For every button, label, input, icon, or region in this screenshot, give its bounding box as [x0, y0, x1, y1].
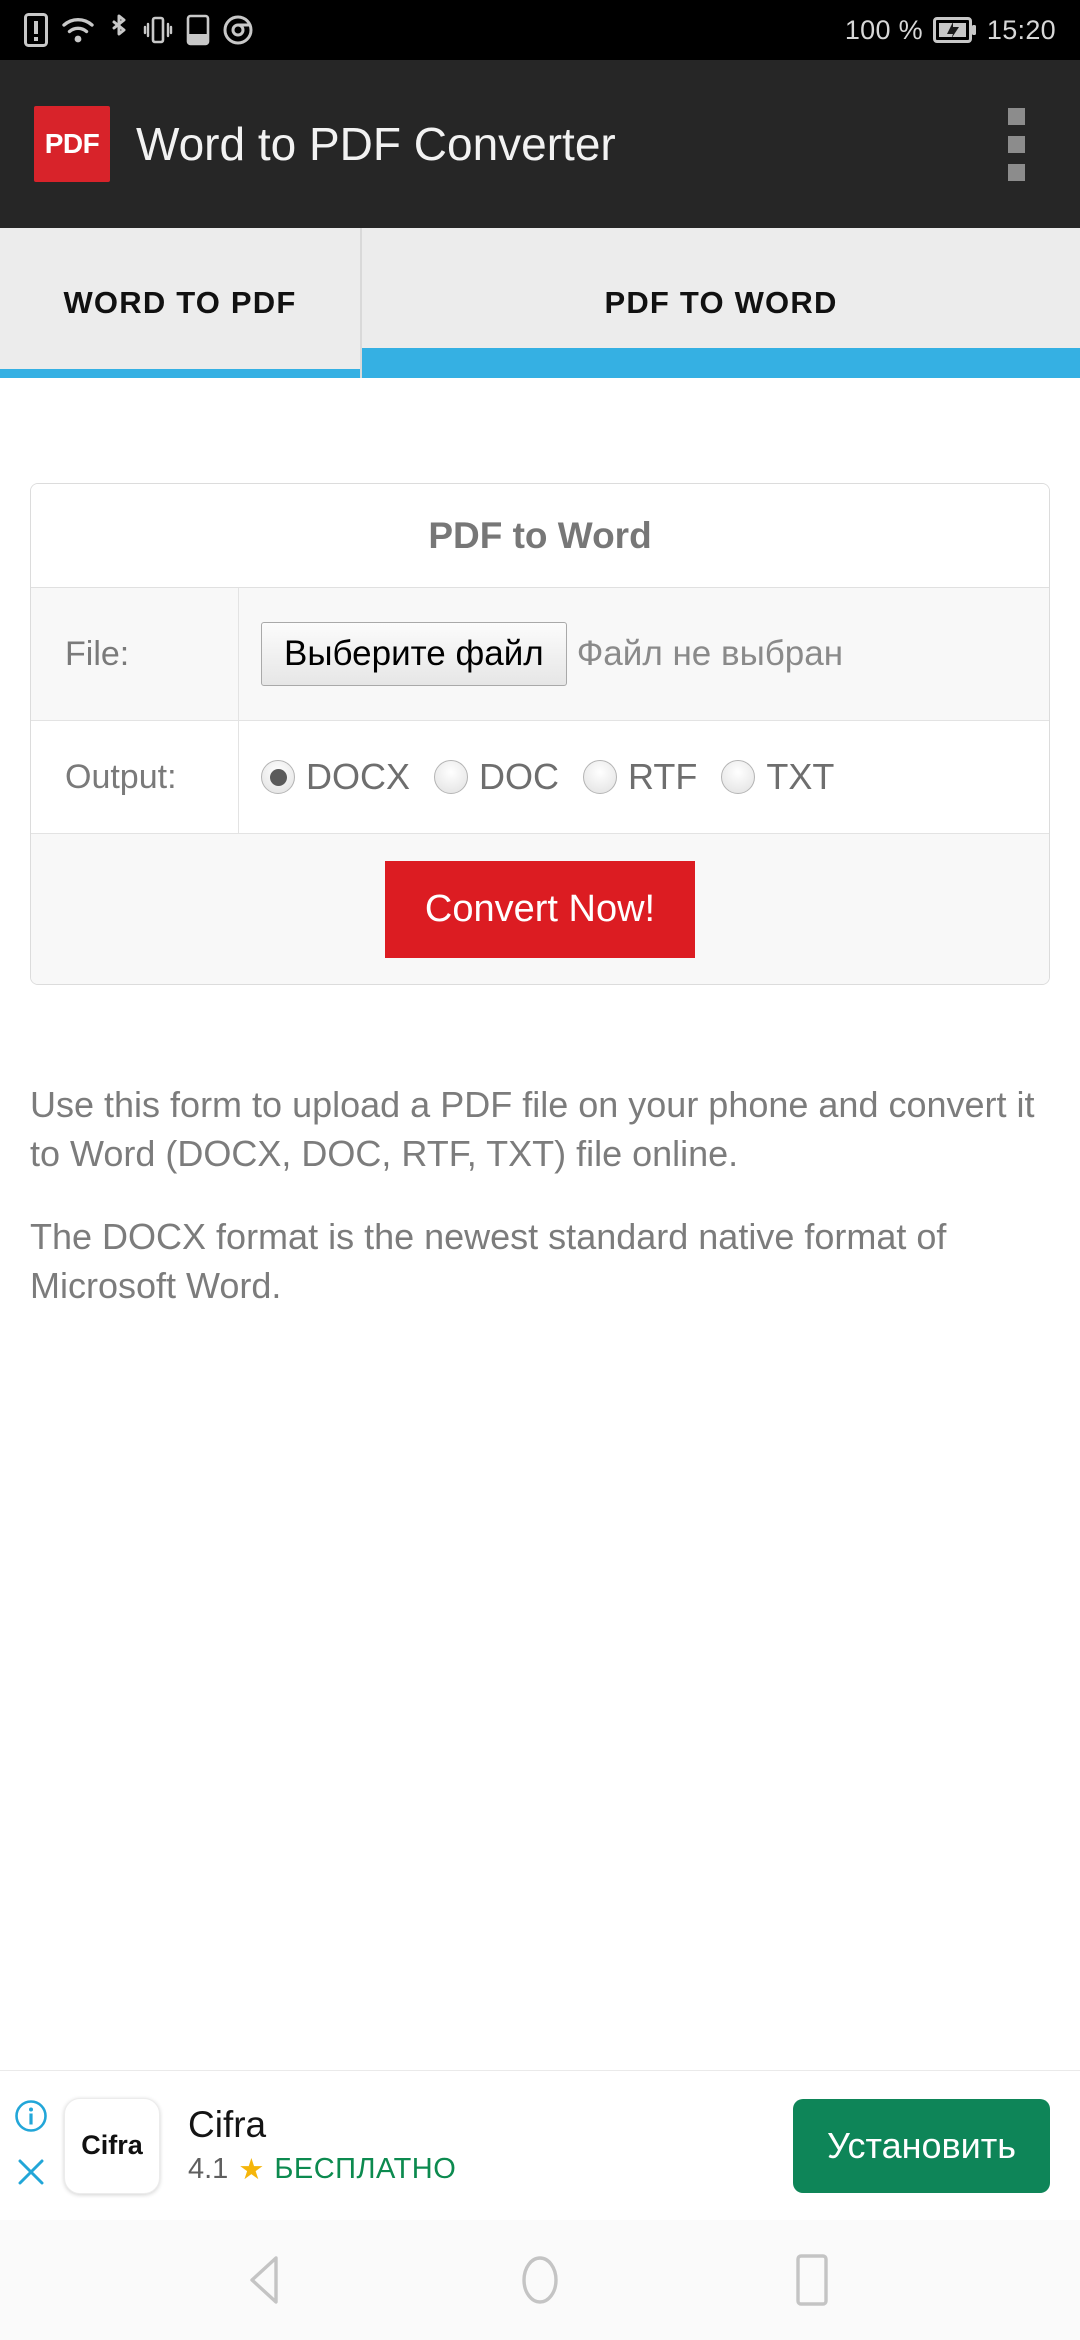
convert-now-button[interactable]: Convert Now!: [384, 860, 696, 958]
status-bar: 100 % 15:20: [0, 0, 1080, 60]
overflow-dot: [1007, 107, 1025, 125]
file-status-label: Файл не выбран: [576, 634, 844, 673]
ad-price-label: БЕСПЛАТНО: [274, 2153, 457, 2185]
overflow-dot: [1007, 163, 1025, 181]
radio-button-icon[interactable]: [434, 760, 469, 794]
main-content: PDF to Word File: Выберите файл Файл не …: [0, 378, 1080, 1345]
radio-option-txt-label: TXT: [766, 756, 835, 797]
tab-word-to-pdf-label: WORD TO PDF: [63, 285, 297, 320]
home-circle-icon[interactable]: [504, 2244, 576, 2316]
device-icon: [186, 14, 210, 46]
radio-option-docx[interactable]: DOCX: [261, 756, 410, 798]
star-icon: ★: [238, 2154, 265, 2186]
submit-row: Convert Now!: [31, 834, 1049, 984]
bluetooth-icon: [108, 13, 130, 47]
radio-option-docx-label: DOCX: [306, 756, 411, 797]
ad-install-button[interactable]: Установить: [793, 2098, 1050, 2193]
output-row-label: Output:: [31, 721, 239, 833]
info-icon[interactable]: [14, 2099, 48, 2138]
tab-bar: WORD TO PDF PDF TO WORD: [0, 228, 1080, 378]
chrome-icon: [223, 15, 253, 45]
vibrate-icon: [143, 14, 173, 46]
converter-form-card: PDF to Word File: Выберите файл Файл не …: [30, 483, 1050, 985]
ad-text-block: Cifra 4.1 ★ БЕСПЛАТНО: [188, 2104, 456, 2187]
description-paragraph-1: Use this form to upload a PDF file on yo…: [30, 1084, 1035, 1174]
description-section: Use this form to upload a PDF file on yo…: [30, 1081, 1050, 1311]
radio-option-rtf[interactable]: RTF: [583, 756, 697, 798]
wifi-icon: [61, 15, 95, 45]
radio-button-icon[interactable]: [583, 760, 618, 794]
status-bar-right: 100 % 15:20: [845, 15, 1056, 46]
output-row-field: DOCX DOC RTF TXT: [239, 721, 1049, 833]
file-row-label: File:: [31, 588, 239, 720]
output-row: Output: DOCX DOC RTF TXT: [31, 721, 1049, 834]
ad-meta-row: 4.1 ★ БЕСПЛАТНО: [188, 2152, 456, 2187]
tab-pdf-to-word-label: PDF TO WORD: [604, 285, 838, 320]
status-bar-left-icons: [24, 13, 253, 47]
radio-option-rtf-label: RTF: [628, 756, 698, 797]
radio-option-doc-label: DOC: [479, 756, 560, 797]
file-row-field: Выберите файл Файл не выбран: [239, 588, 1049, 720]
choose-file-button[interactable]: Выберите файл: [261, 622, 567, 686]
radio-button-icon[interactable]: [261, 760, 295, 794]
radio-button-icon[interactable]: [721, 760, 756, 794]
battery-icon: [932, 16, 977, 44]
overflow-dot: [1007, 135, 1025, 153]
sim-warning-icon: [24, 13, 48, 47]
back-triangle-icon[interactable]: [232, 2244, 304, 2316]
phone-screen: 100 % 15:20 PDF Word to PDF Converter WO…: [0, 0, 1080, 2340]
file-row: File: Выберите файл Файл не выбран: [31, 588, 1049, 721]
ad-app-title: Cifra: [188, 2104, 267, 2145]
overflow-menu-icon[interactable]: [986, 98, 1046, 190]
ad-controls: [4, 2099, 58, 2193]
ad-app-icon[interactable]: Cifra: [64, 2097, 160, 2194]
system-navigation-bar: [0, 2220, 1080, 2340]
battery-percent-label: 100 %: [844, 14, 923, 45]
app-bar: PDF Word to PDF Converter: [0, 60, 1080, 228]
radio-option-doc[interactable]: DOC: [434, 756, 559, 798]
ad-app-icon-label: Cifra: [81, 2130, 143, 2160]
app-title: Word to PDF Converter: [136, 118, 616, 170]
pdf-logo-icon: PDF: [34, 106, 110, 182]
radio-option-txt[interactable]: TXT: [721, 756, 834, 798]
close-icon[interactable]: [15, 2156, 47, 2193]
recents-square-icon[interactable]: [776, 2244, 848, 2316]
ad-banner[interactable]: Cifra Cifra 4.1 ★ БЕСПЛАТНО Установить: [0, 2070, 1080, 2220]
tab-pdf-to-word[interactable]: PDF TO WORD: [360, 228, 1080, 378]
tab-word-to-pdf[interactable]: WORD TO PDF: [0, 228, 360, 378]
form-heading: PDF to Word: [31, 484, 1049, 588]
ad-rating-value: 4.1: [188, 2153, 229, 2185]
pdf-logo-label: PDF: [44, 128, 100, 159]
clock-label: 15:20: [986, 14, 1056, 45]
description-paragraph-2: The DOCX format is the newest standard n…: [30, 1215, 947, 1306]
output-format-radio-group: DOCX DOC RTF TXT: [261, 756, 858, 798]
